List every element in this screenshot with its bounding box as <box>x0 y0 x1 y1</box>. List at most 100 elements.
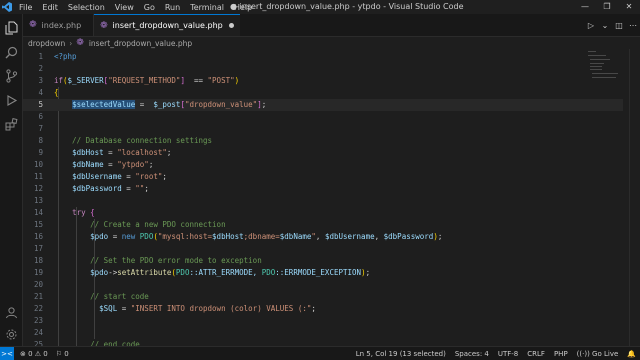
menu-view[interactable]: View <box>110 3 139 12</box>
menu-file[interactable]: File <box>14 3 37 12</box>
code-token: $pdo <box>90 232 109 241</box>
code-token: { <box>90 208 95 217</box>
go-live-button[interactable]: ((·)) Go Live <box>577 350 619 358</box>
code-line[interactable]: 15 // Create a new PDO connection <box>23 219 623 231</box>
code-line[interactable]: 23 <box>23 315 623 327</box>
ports-status[interactable]: ⚐ 0 <box>56 350 69 358</box>
account-icon[interactable] <box>3 304 19 320</box>
code-line[interactable]: 11 $dbUsername = "root"; <box>23 171 623 183</box>
code-line[interactable]: 4{ <box>23 87 623 99</box>
breadcrumb-folder[interactable]: dropdown <box>28 39 65 48</box>
vertical-scrollbar[interactable] <box>629 49 640 346</box>
maximize-button[interactable]: ❐ <box>596 0 618 14</box>
code-line[interactable]: 18 // Set the PDO error mode to exceptio… <box>23 255 623 267</box>
code-text[interactable]: { <box>54 87 59 99</box>
code-line[interactable]: 16 $pdo = new PDO("mysql:host=$dbHost;db… <box>23 231 623 243</box>
code-token: ) <box>234 76 240 85</box>
code-text[interactable]: $dbHost = "localhost"; <box>54 147 171 159</box>
code-line[interactable]: 22 $SQL = "INSERT INTO dropdown (color) … <box>23 303 623 315</box>
code-line[interactable]: 9 $dbHost = "localhost"; <box>23 147 623 159</box>
code-text[interactable]: $selectedValue = $_post["dropdown_value"… <box>54 99 266 111</box>
code-line[interactable]: 17 <box>23 243 623 255</box>
eol-status[interactable]: CRLF <box>527 350 545 358</box>
run-dropdown-icon[interactable]: ⌄ <box>598 21 612 30</box>
problems-status[interactable]: ⊗ 0 ⚠ 0 <box>20 350 48 358</box>
code-text[interactable]: $SQL = "INSERT INTO dropdown (color) VAL… <box>54 303 316 315</box>
code-text[interactable]: $pdo = new PDO("mysql:host=$dbHost;dbnam… <box>54 231 442 243</box>
code-line[interactable]: 6 <box>23 111 623 123</box>
line-number: 6 <box>38 112 43 121</box>
code-token: $dbHost <box>212 232 244 241</box>
code-line[interactable]: 12 $dbPassword = ""; <box>23 183 623 195</box>
menu-terminal[interactable]: Terminal <box>185 3 229 12</box>
code-text[interactable]: // end code <box>54 339 140 346</box>
code-line[interactable]: 3 if($_SERVER["REQUEST_METHOD"] == "POST"… <box>23 75 623 87</box>
breadcrumb-file[interactable]: insert_dropdown_value.php <box>89 39 192 48</box>
line-number: 9 <box>38 148 43 157</box>
tab-insert-dropdown-value-php[interactable]: ❁ insert_dropdown_value.php <box>94 14 240 36</box>
explorer-icon[interactable] <box>3 20 19 36</box>
code-line[interactable]: 5 $selectedValue = $_post["dropdown_valu… <box>23 99 623 111</box>
unsaved-dot-icon[interactable] <box>228 23 234 28</box>
minimize-button[interactable]: — <box>574 0 596 14</box>
code-line[interactable]: 24 <box>23 327 623 339</box>
line-number: 1 <box>38 52 43 61</box>
code-line[interactable]: 1 <?php <box>23 51 623 63</box>
code-token: ; <box>162 172 167 181</box>
code-text[interactable]: // Set the PDO error mode to exception <box>54 255 262 267</box>
code-line[interactable]: 20 <box>23 279 623 291</box>
code-text[interactable]: if($_SERVER["REQUEST_METHOD"] == "POST") <box>54 75 239 87</box>
code-line[interactable]: 10 $dbName = "ytpdo"; <box>23 159 623 171</box>
code-line[interactable]: 7 <box>23 123 623 135</box>
menu-run[interactable]: Run <box>160 3 185 12</box>
code-token: ; <box>365 268 371 277</box>
language-mode[interactable]: PHP <box>554 350 568 358</box>
code-text[interactable]: try { <box>54 207 95 219</box>
code-text[interactable]: $dbName = "ytpdo"; <box>54 159 153 171</box>
code-token: $dbPassword <box>383 232 434 241</box>
code-text[interactable]: // Create a new PDO connection <box>54 219 225 231</box>
code-line[interactable]: 8 // Database connection settings <box>23 135 623 147</box>
line-number: 15 <box>33 220 43 229</box>
run-debug-icon[interactable] <box>3 92 19 108</box>
line-number: 25 <box>33 340 43 346</box>
code-token: , <box>374 232 384 241</box>
code-line[interactable]: 19 $pdo->setAttribute(PDO::ATTR_ERRMODE,… <box>23 267 623 279</box>
code-editor[interactable]: 1 <?php 2 3 if($_SERVER["REQUEST_METHOD"] ==… <box>23 49 623 346</box>
code-text[interactable]: $dbPassword = ""; <box>54 183 149 195</box>
code-line[interactable]: 25 // end code <box>23 339 623 346</box>
code-text[interactable]: $dbUsername = "root"; <box>54 171 167 183</box>
line-number: 7 <box>38 124 43 133</box>
minimap[interactable] <box>586 49 626 89</box>
line-number: 13 <box>33 196 43 205</box>
more-actions-icon[interactable]: ⋯ <box>626 21 640 30</box>
cursor-position[interactable]: Ln 5, Col 19 (13 selected) <box>356 350 446 358</box>
search-icon[interactable] <box>3 44 19 60</box>
menu-selection[interactable]: Selection <box>63 3 110 12</box>
code-line[interactable]: 21 // start code <box>23 291 623 303</box>
split-editor-icon[interactable]: ◫ <box>612 21 626 30</box>
notifications-bell-icon[interactable]: 🔔 <box>627 350 636 358</box>
extensions-icon[interactable] <box>3 116 19 132</box>
close-window-button[interactable]: ✕ <box>618 0 640 14</box>
code-text[interactable]: // Database connection settings <box>54 135 212 147</box>
remote-indicator[interactable]: >< <box>0 347 14 360</box>
tab-label: index.php <box>41 20 82 30</box>
code-line[interactable]: 13 <box>23 195 623 207</box>
run-file-icon[interactable]: ▷ <box>584 21 598 30</box>
settings-gear-icon[interactable] <box>3 326 19 342</box>
menu-edit[interactable]: Edit <box>37 3 63 12</box>
code-token: // Database connection settings <box>54 136 213 145</box>
code-text[interactable]: // start code <box>54 291 149 303</box>
menu-go[interactable]: Go <box>139 3 160 12</box>
tab-index-php[interactable]: ❁ index.php <box>23 14 94 36</box>
source-control-icon[interactable] <box>3 68 19 84</box>
encoding-status[interactable]: UTF-8 <box>498 350 518 358</box>
code-line[interactable]: 2 <box>23 63 623 75</box>
code-text[interactable]: $pdo->setAttribute(PDO::ATTR_ERRMODE, PD… <box>54 267 370 279</box>
code-text[interactable]: <?php <box>54 51 77 63</box>
indentation-status[interactable]: Spaces: 4 <box>455 350 489 358</box>
line-number: 8 <box>38 136 43 145</box>
code-line[interactable]: 14 try { <box>23 207 623 219</box>
